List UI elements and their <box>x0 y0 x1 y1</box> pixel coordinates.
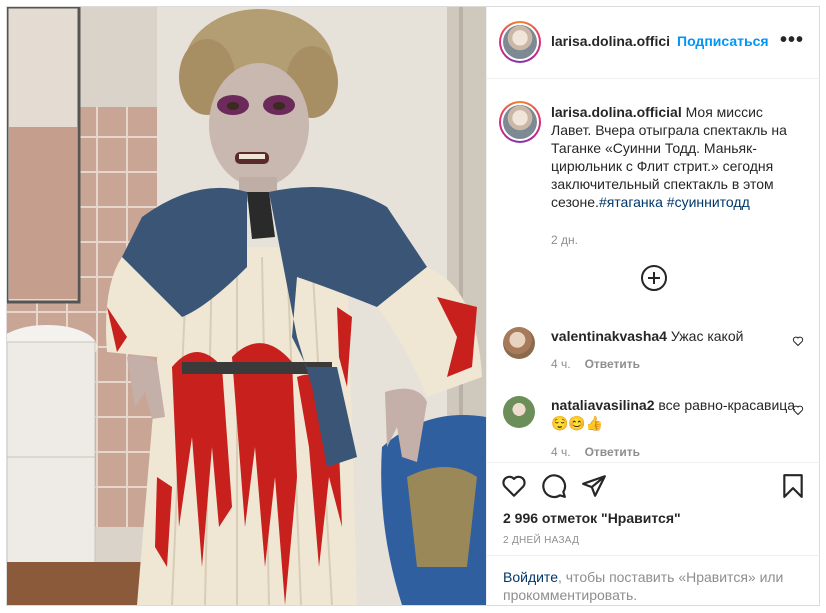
comment-time[interactable]: 4 ч. <box>551 445 571 459</box>
heart-icon[interactable] <box>501 473 527 499</box>
likes-count[interactable]: 2 996 отметок "Нравится" <box>503 510 681 526</box>
commenter-username[interactable]: nataliavasilina2 <box>551 397 655 413</box>
bookmark-icon[interactable] <box>780 473 806 499</box>
like-comment-icon[interactable] <box>792 335 804 347</box>
load-more-comments-icon[interactable] <box>641 265 667 291</box>
comment-meta: 4 ч. Ответить <box>551 445 640 459</box>
commenter-avatar[interactable] <box>503 396 535 428</box>
comment-icon[interactable] <box>541 473 567 499</box>
instagram-post: larisa.dolina.offici Подписаться ••• lar… <box>6 6 820 606</box>
like-comment-icon[interactable] <box>792 404 804 416</box>
login-link[interactable]: Войдите <box>503 569 558 585</box>
caption-avatar[interactable] <box>499 101 541 143</box>
comment-text: valentinakvasha4 Ужас какой <box>551 327 801 345</box>
hashtag-link[interactable]: #ятаганка <box>599 194 663 210</box>
post-side-panel: larisa.dolina.offici Подписаться ••• lar… <box>486 7 820 605</box>
author-username[interactable]: larisa.dolina.offici <box>551 33 670 49</box>
caption-username[interactable]: larisa.dolina.official <box>551 104 682 120</box>
reply-button[interactable]: Ответить <box>585 445 640 459</box>
login-prompt: Войдите, чтобы поставить «Нравится» или … <box>487 555 820 606</box>
more-options-icon[interactable]: ••• <box>780 29 804 52</box>
author-avatar[interactable] <box>499 21 541 63</box>
caption-time[interactable]: 2 дн. <box>551 233 578 247</box>
commenter-avatar[interactable] <box>503 327 535 359</box>
photo-illustration <box>7 7 486 605</box>
post-date[interactable]: 2 ДНЕЙ НАЗАД <box>503 535 579 546</box>
comment-time[interactable]: 4 ч. <box>551 357 571 371</box>
login-prompt-text: Войдите, чтобы поставить «Нравится» или … <box>503 568 803 604</box>
caption-text: larisa.dolina.official Моя миссис Лавет.… <box>551 103 801 211</box>
comment-body: Ужас какой <box>666 328 744 344</box>
commenter-username[interactable]: valentinakvasha4 <box>551 328 667 344</box>
hashtag-link[interactable]: #суиннитодд <box>667 194 750 210</box>
comment-meta: 4 ч. Ответить <box>551 357 640 371</box>
post-actions: 2 996 отметок "Нравится" 2 ДНЕЙ НАЗАД Во… <box>487 462 820 605</box>
post-header: larisa.dolina.offici Подписаться ••• <box>487 7 820 79</box>
comment-text: nataliavasilina2 все равно-красавица😌😊👍 <box>551 396 801 432</box>
follow-button[interactable]: Подписаться <box>677 33 769 49</box>
share-icon[interactable] <box>581 473 607 499</box>
post-photo[interactable] <box>7 7 486 605</box>
reply-button[interactable]: Ответить <box>585 357 640 371</box>
